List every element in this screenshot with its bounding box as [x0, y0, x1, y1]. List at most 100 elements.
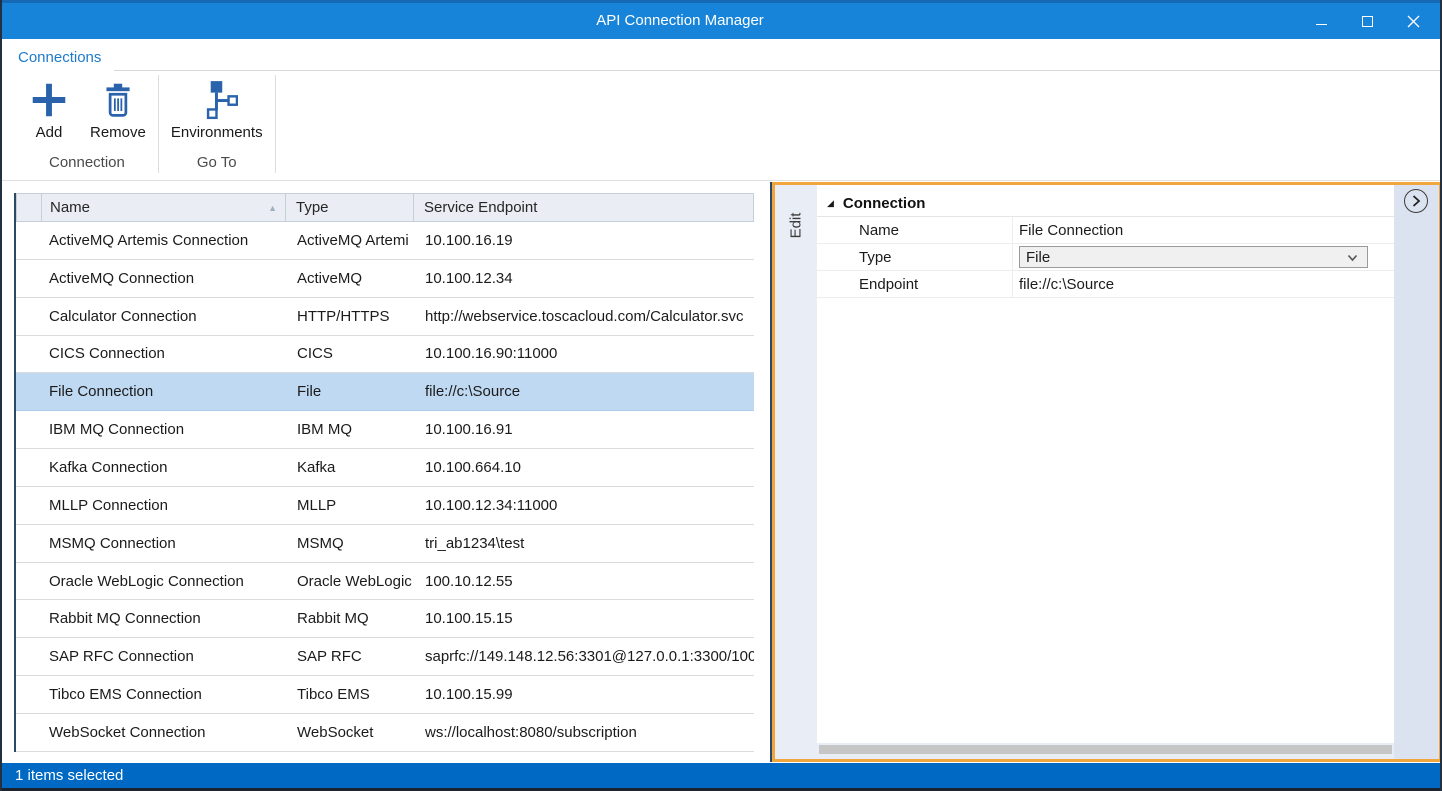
table-row-selected[interactable]: File Connection File file://c:\Source: [16, 373, 754, 411]
horizontal-scrollbar[interactable]: [817, 743, 1394, 759]
property-row-endpoint: Endpoint file://c:\Source: [817, 271, 1394, 298]
edit-side-tab[interactable]: Edit: [775, 185, 817, 759]
name-field[interactable]: File Connection: [1013, 217, 1394, 243]
cell-type: HTTP/HTTPS: [287, 308, 415, 325]
cell-name: SAP RFC Connection: [43, 648, 287, 665]
chevron-down-icon: [1347, 254, 1358, 262]
cell-endpoint: 10.100.16.90:11000: [415, 345, 754, 362]
table-row[interactable]: Rabbit MQ Connection Rabbit MQ 10.100.15…: [16, 600, 754, 638]
ribbon: Add Remove Connection: [2, 72, 1440, 181]
cell-name: Oracle WebLogic Connection: [43, 573, 287, 590]
table-row[interactable]: ActiveMQ Connection ActiveMQ 10.100.12.3…: [16, 260, 754, 298]
table-header: Name ▲ Type Service Endpoint: [16, 193, 754, 222]
table-row[interactable]: Calculator Connection HTTP/HTTPS http://…: [16, 298, 754, 336]
cell-endpoint: 10.100.16.19: [415, 232, 754, 249]
field-label-endpoint: Endpoint: [817, 271, 1013, 297]
cell-name: Tibco EMS Connection: [43, 686, 287, 703]
table-row[interactable]: Oracle WebLogic Connection Oracle WebLog…: [16, 563, 754, 601]
plus-icon: [28, 79, 70, 121]
close-button[interactable]: [1390, 3, 1436, 39]
property-grid: ◢ Connection Name File Connection Type F…: [817, 185, 1394, 759]
field-label-type: Type: [817, 244, 1013, 270]
scrollbar-thumb[interactable]: [819, 745, 1392, 754]
remove-button[interactable]: Remove: [80, 75, 156, 141]
app-window: API Connection Manager Connections: [0, 0, 1442, 791]
environments-button-label: Environments: [171, 124, 263, 141]
column-header-type[interactable]: Type: [286, 194, 414, 221]
close-icon: [1406, 14, 1421, 29]
add-button-label: Add: [36, 124, 63, 141]
type-dropdown-value: File: [1026, 249, 1050, 266]
trash-icon: [97, 79, 139, 121]
table-row[interactable]: MLLP Connection MLLP 10.100.12.34:11000: [16, 487, 754, 525]
cell-endpoint: 10.100.12.34: [415, 270, 754, 287]
cell-endpoint: 10.100.12.34:11000: [415, 497, 754, 514]
ribbon-group-connection: Add Remove Connection: [16, 75, 159, 173]
cell-endpoint: 10.100.664.10: [415, 459, 754, 476]
column-header-name[interactable]: Name ▲: [42, 194, 286, 221]
edit-panel: Edit ◢ Connection Name File Connection T…: [770, 182, 1442, 762]
cell-endpoint: tri_ab1234\test: [415, 535, 754, 552]
cell-type: WebSocket: [287, 724, 415, 741]
ribbon-tab-row: Connections: [2, 39, 1440, 72]
tab-connections[interactable]: Connections: [18, 49, 101, 66]
cell-type: SAP RFC: [287, 648, 415, 665]
table-row[interactable]: ActiveMQ Artemis Connection ActiveMQ Art…: [16, 222, 754, 260]
cell-type: Oracle WebLogic: [287, 573, 415, 590]
cell-name: CICS Connection: [43, 345, 287, 362]
panel-right-strip: [1394, 185, 1439, 759]
cell-endpoint: 10.100.16.91: [415, 421, 754, 438]
remove-button-label: Remove: [90, 124, 146, 141]
maximize-icon: [1362, 16, 1373, 27]
cell-name: ActiveMQ Connection: [43, 270, 287, 287]
cell-endpoint: 100.10.12.55: [415, 573, 754, 590]
cell-endpoint: ws://localhost:8080/subscription: [415, 724, 754, 741]
indicator-column-header[interactable]: [17, 194, 42, 221]
cell-endpoint: http://webservice.toscacloud.com/Calcula…: [415, 308, 754, 325]
cell-type: MSMQ: [287, 535, 415, 552]
table-row[interactable]: Kafka Connection Kafka 10.100.664.10: [16, 449, 754, 487]
environments-button[interactable]: Environments: [161, 75, 273, 141]
connections-table: Name ▲ Type Service Endpoint ActiveMQ Ar…: [14, 193, 754, 752]
endpoint-field[interactable]: file://c:\Source: [1013, 271, 1394, 297]
sort-ascending-icon: ▲: [268, 203, 277, 213]
cell-type: Kafka: [287, 459, 415, 476]
type-dropdown[interactable]: File: [1019, 246, 1368, 268]
add-button[interactable]: Add: [18, 75, 80, 141]
cell-name: MLLP Connection: [43, 497, 287, 514]
window-title: API Connection Manager: [2, 3, 1358, 39]
table-row[interactable]: Tibco EMS Connection Tibco EMS 10.100.15…: [16, 676, 754, 714]
table-row[interactable]: WebSocket Connection WebSocket ws://loca…: [16, 714, 754, 752]
ribbon-group-label-goto: Go To: [161, 154, 273, 173]
table-row[interactable]: CICS Connection CICS 10.100.16.90:11000: [16, 336, 754, 374]
tab-underline: [114, 70, 1440, 71]
status-bar: 1 items selected: [2, 763, 1440, 788]
cell-type: CICS: [287, 345, 415, 362]
minimize-button[interactable]: [1298, 3, 1344, 39]
cell-endpoint: 10.100.15.99: [415, 686, 754, 703]
collapse-panel-button[interactable]: [1404, 189, 1428, 213]
table-row[interactable]: MSMQ Connection MSMQ tri_ab1234\test: [16, 525, 754, 563]
property-group-label: Connection: [843, 195, 926, 212]
cell-type: ActiveMQ: [287, 270, 415, 287]
property-row-type: Type File: [817, 244, 1394, 271]
expander-icon: ◢: [827, 198, 834, 209]
cell-type: File: [287, 383, 415, 400]
cell-endpoint: 10.100.15.15: [415, 610, 754, 627]
cell-name: WebSocket Connection: [43, 724, 287, 741]
column-header-endpoint[interactable]: Service Endpoint: [414, 194, 753, 221]
property-grid-empty-space: [817, 298, 1394, 743]
minimize-icon: [1316, 24, 1327, 25]
ribbon-group-goto: Environments Go To: [159, 75, 276, 173]
cell-name: Rabbit MQ Connection: [43, 610, 287, 627]
table-row[interactable]: SAP RFC Connection SAP RFC saprfc://149.…: [16, 638, 754, 676]
table-row[interactable]: IBM MQ Connection IBM MQ 10.100.16.91: [16, 411, 754, 449]
cell-type: Rabbit MQ: [287, 610, 415, 627]
property-group-header[interactable]: ◢ Connection: [817, 191, 1394, 217]
window-controls: [1298, 3, 1436, 39]
cell-name: File Connection: [43, 383, 287, 400]
cell-name: Calculator Connection: [43, 308, 287, 325]
cell-name: ActiveMQ Artemis Connection: [43, 232, 287, 249]
cell-name: MSMQ Connection: [43, 535, 287, 552]
maximize-button[interactable]: [1344, 3, 1390, 39]
